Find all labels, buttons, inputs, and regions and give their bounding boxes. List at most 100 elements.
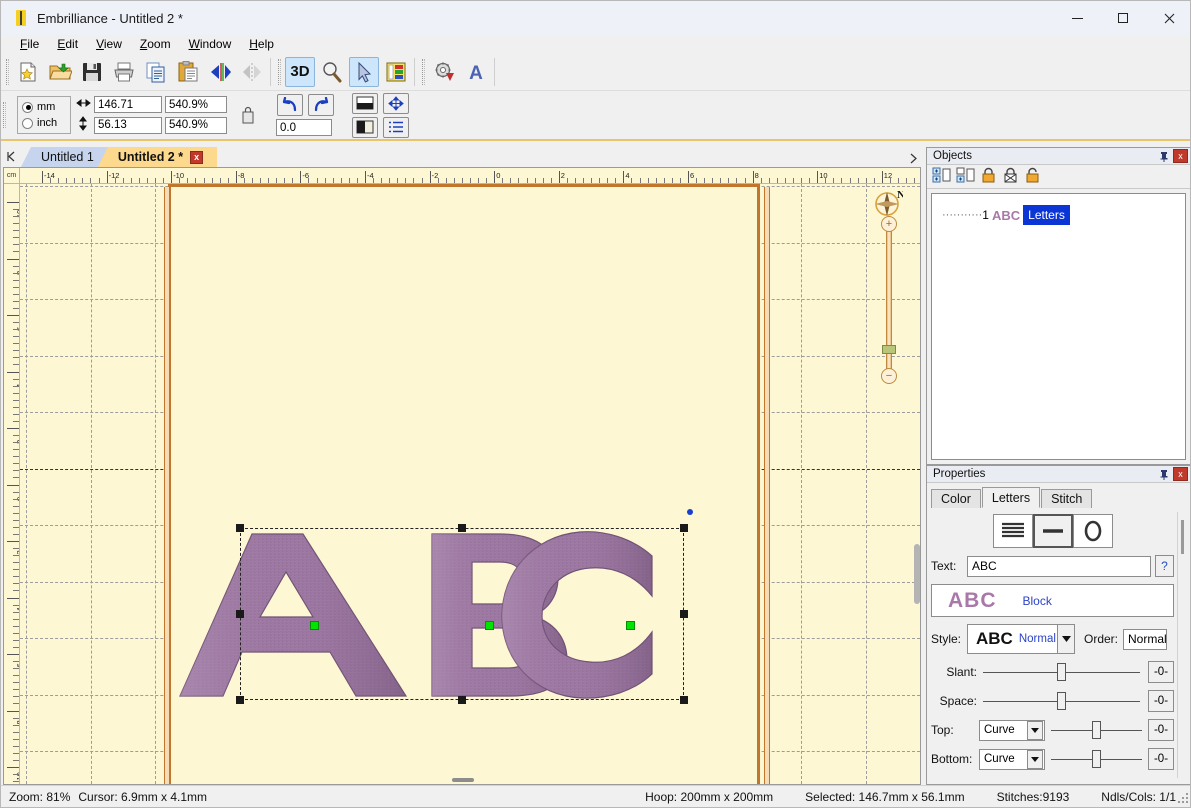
- rotate-ccw-icon[interactable]: [277, 94, 303, 116]
- close-button[interactable]: [1146, 1, 1190, 35]
- selection-handle-tl[interactable]: [236, 524, 244, 532]
- selection-handle-mr[interactable]: [680, 610, 688, 618]
- objects-panel-close-button[interactable]: x: [1173, 149, 1188, 163]
- maximize-button[interactable]: [1100, 1, 1146, 35]
- width-input[interactable]: 146.71: [94, 96, 162, 113]
- align-lines-icon[interactable]: [992, 514, 1033, 548]
- design-canvas[interactable]: cm -14-12-10-8-6-4-2024681012 1086420-2-…: [3, 167, 921, 785]
- selection-handle-ml[interactable]: [236, 610, 244, 618]
- color-list-icon[interactable]: [381, 57, 411, 87]
- settings-gear-icon[interactable]: [429, 57, 459, 87]
- open-folder-icon[interactable]: [45, 57, 75, 87]
- copy-icon[interactable]: [141, 57, 171, 87]
- rotate-cw-icon[interactable]: [308, 94, 334, 116]
- font-preview-row[interactable]: ABC Block: [931, 584, 1174, 617]
- bottom-curve-slider[interactable]: [1051, 750, 1142, 768]
- select-cursor-icon[interactable]: [349, 56, 379, 87]
- design-surface[interactable]: N + −: [20, 184, 920, 784]
- toolbar-grip[interactable]: [6, 58, 9, 85]
- menu-help[interactable]: Help: [240, 36, 283, 52]
- letter-a-icon[interactable]: A: [461, 57, 491, 87]
- text-input[interactable]: ABC: [967, 555, 1151, 577]
- objects-tree[interactable]: ··········· 1 ABC Letters: [931, 193, 1186, 460]
- top-curve-slider[interactable]: [1051, 721, 1142, 739]
- style-combo[interactable]: ABC Normal: [967, 624, 1075, 654]
- stitch-list-icon[interactable]: [383, 116, 409, 138]
- menu-file[interactable]: File: [11, 36, 48, 52]
- tab-color[interactable]: Color: [931, 489, 981, 508]
- properties-scrollbar-thumb[interactable]: [1181, 520, 1184, 554]
- tab-untitled-2[interactable]: Untitled 2 * x: [97, 147, 218, 167]
- menu-window[interactable]: Window: [180, 36, 241, 52]
- order-combo[interactable]: Normal: [1123, 628, 1168, 650]
- zoom-out-button[interactable]: −: [881, 368, 897, 384]
- save-floppy-icon[interactable]: [77, 57, 107, 87]
- slant-slider[interactable]: [983, 663, 1140, 681]
- compass-rose-icon[interactable]: N: [873, 188, 905, 218]
- tab-untitled-1[interactable]: Untitled 1: [21, 147, 108, 167]
- horizontal-ruler[interactable]: -14 -12 -10 -8 -6 -4 -2 0 2 4 6 8 10 12: [20, 168, 920, 184]
- properties-scrollbar[interactable]: [1177, 512, 1187, 778]
- width-percent-input[interactable]: 540.9%: [165, 96, 227, 113]
- grid-toggle-icon[interactable]: [352, 92, 378, 114]
- print-icon[interactable]: [109, 57, 139, 87]
- properties-pin-icon[interactable]: [1157, 467, 1171, 482]
- realistic-view-icon[interactable]: [352, 116, 378, 138]
- selection-handle-br[interactable]: [680, 696, 688, 704]
- threed-icon[interactable]: 3D: [285, 56, 315, 87]
- toolbar-grip-3[interactable]: [422, 58, 425, 85]
- collapse-all-icon[interactable]: [956, 167, 975, 187]
- space-slider[interactable]: [983, 692, 1140, 710]
- top-value-button[interactable]: -0-: [1148, 719, 1174, 741]
- expand-all-icon[interactable]: [932, 167, 951, 187]
- transform-toolbar-grip[interactable]: [3, 102, 6, 128]
- toolbar-grip-2[interactable]: [278, 58, 281, 85]
- align-circle-icon[interactable]: [1072, 514, 1113, 548]
- zoom-slider-thumb[interactable]: [882, 345, 896, 354]
- slant-value-button[interactable]: -0-: [1148, 661, 1174, 683]
- flip-vertical-icon[interactable]: [237, 57, 267, 87]
- unit-mm-option[interactable]: mm: [22, 99, 70, 115]
- help-button[interactable]: ?: [1155, 555, 1174, 577]
- minimize-button[interactable]: [1054, 1, 1100, 35]
- scroll-right-arrow-icon[interactable]: [909, 153, 924, 167]
- menu-zoom[interactable]: Zoom: [131, 36, 180, 52]
- rotation-input[interactable]: 0.0: [276, 119, 332, 136]
- object-tree-row-1[interactable]: ··········· 1 ABC Letters: [932, 204, 1185, 226]
- center-design-icon[interactable]: [383, 92, 409, 114]
- lock-open-icon[interactable]: [1024, 167, 1041, 187]
- vertical-ruler[interactable]: 1086420-2-4-6-8-10: [4, 184, 20, 784]
- canvas-vertical-scrollbar[interactable]: [914, 544, 920, 604]
- magnifier-icon[interactable]: [317, 57, 347, 87]
- objects-pin-icon[interactable]: [1157, 149, 1171, 164]
- align-single-line-icon[interactable]: [1032, 514, 1073, 548]
- selection-handle-tr[interactable]: [680, 524, 688, 532]
- flip-horizontal-icon[interactable]: [205, 57, 235, 87]
- style-chevron-down-icon[interactable]: [1057, 625, 1074, 653]
- rotation-handle[interactable]: [687, 509, 693, 515]
- lock-disabled-icon[interactable]: [1002, 167, 1019, 187]
- unit-inch-option[interactable]: inch: [22, 115, 70, 131]
- unit-inch-radio[interactable]: [22, 117, 33, 129]
- canvas-zoom-slider[interactable]: + −: [880, 216, 898, 384]
- letter-anchor-c[interactable]: [626, 621, 635, 630]
- lock-closed-icon[interactable]: [980, 167, 997, 187]
- canvas-horizontal-scrollbar[interactable]: [452, 778, 474, 782]
- letter-anchor-b[interactable]: [485, 621, 494, 630]
- tab-letters[interactable]: Letters: [981, 487, 1041, 508]
- space-value-button[interactable]: -0-: [1148, 690, 1174, 712]
- bottom-shape-combo[interactable]: Curve: [979, 748, 1045, 770]
- properties-panel-close-button[interactable]: x: [1173, 467, 1188, 481]
- menu-view[interactable]: View: [87, 36, 131, 52]
- tab-stitch[interactable]: Stitch: [1041, 489, 1093, 508]
- top-chevron-down-icon[interactable]: [1027, 720, 1043, 740]
- tab-untitled-2-close-button[interactable]: x: [190, 150, 204, 164]
- resize-grip[interactable]: [1177, 792, 1189, 804]
- object-name-label[interactable]: Letters: [1023, 205, 1070, 225]
- menu-edit[interactable]: Edit: [48, 36, 87, 52]
- selection-handle-bl[interactable]: [236, 696, 244, 704]
- unit-mm-radio[interactable]: [22, 101, 33, 113]
- selection-bounding-box[interactable]: [240, 528, 684, 700]
- lock-aspect-icon[interactable]: [233, 100, 263, 130]
- height-input[interactable]: 56.13: [94, 116, 162, 134]
